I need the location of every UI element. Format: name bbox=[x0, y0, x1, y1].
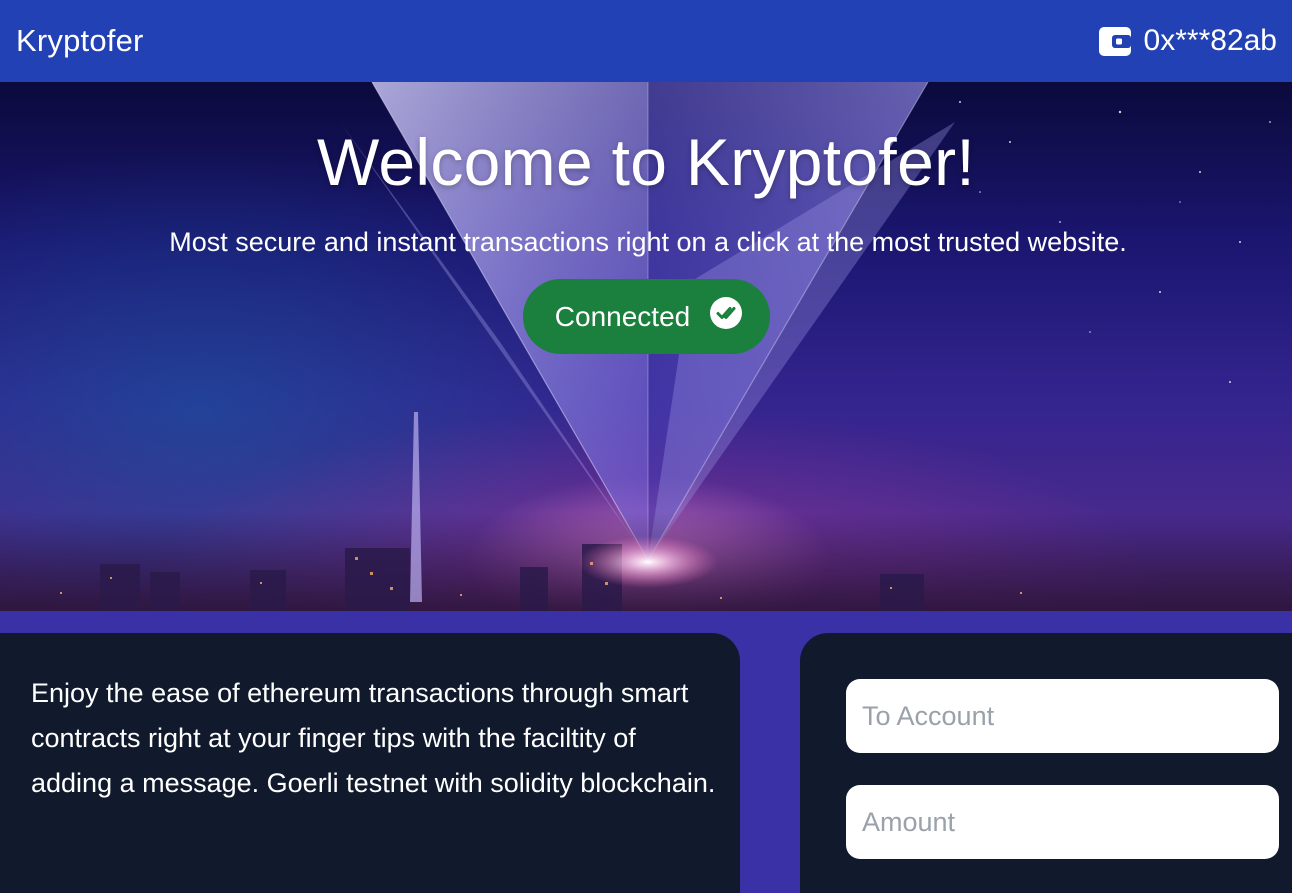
double-check-circle-icon bbox=[710, 297, 743, 336]
hero-title: Welcome to Kryptofer! bbox=[317, 125, 975, 199]
wallet-account[interactable]: 0x***82ab bbox=[1098, 24, 1277, 58]
top-navbar: Kryptofer 0x***82ab bbox=[0, 0, 1292, 82]
brand-name[interactable]: Kryptofer bbox=[16, 23, 144, 59]
info-description: Enjoy the ease of ethereum transactions … bbox=[31, 678, 716, 798]
hero-banner: Welcome to Kryptofer! Most secure and in… bbox=[0, 82, 1292, 611]
wallet-icon bbox=[1098, 26, 1132, 57]
connected-status-button[interactable]: Connected bbox=[523, 279, 770, 354]
info-card: Enjoy the ease of ethereum transactions … bbox=[0, 633, 740, 893]
hero-subtitle: Most secure and instant transactions rig… bbox=[169, 227, 1127, 257]
wallet-address: 0x***82ab bbox=[1143, 24, 1277, 57]
transfer-form-card bbox=[800, 633, 1292, 893]
to-account-input[interactable] bbox=[846, 679, 1279, 753]
connected-label: Connected bbox=[554, 300, 691, 332]
amount-input[interactable] bbox=[846, 785, 1279, 859]
